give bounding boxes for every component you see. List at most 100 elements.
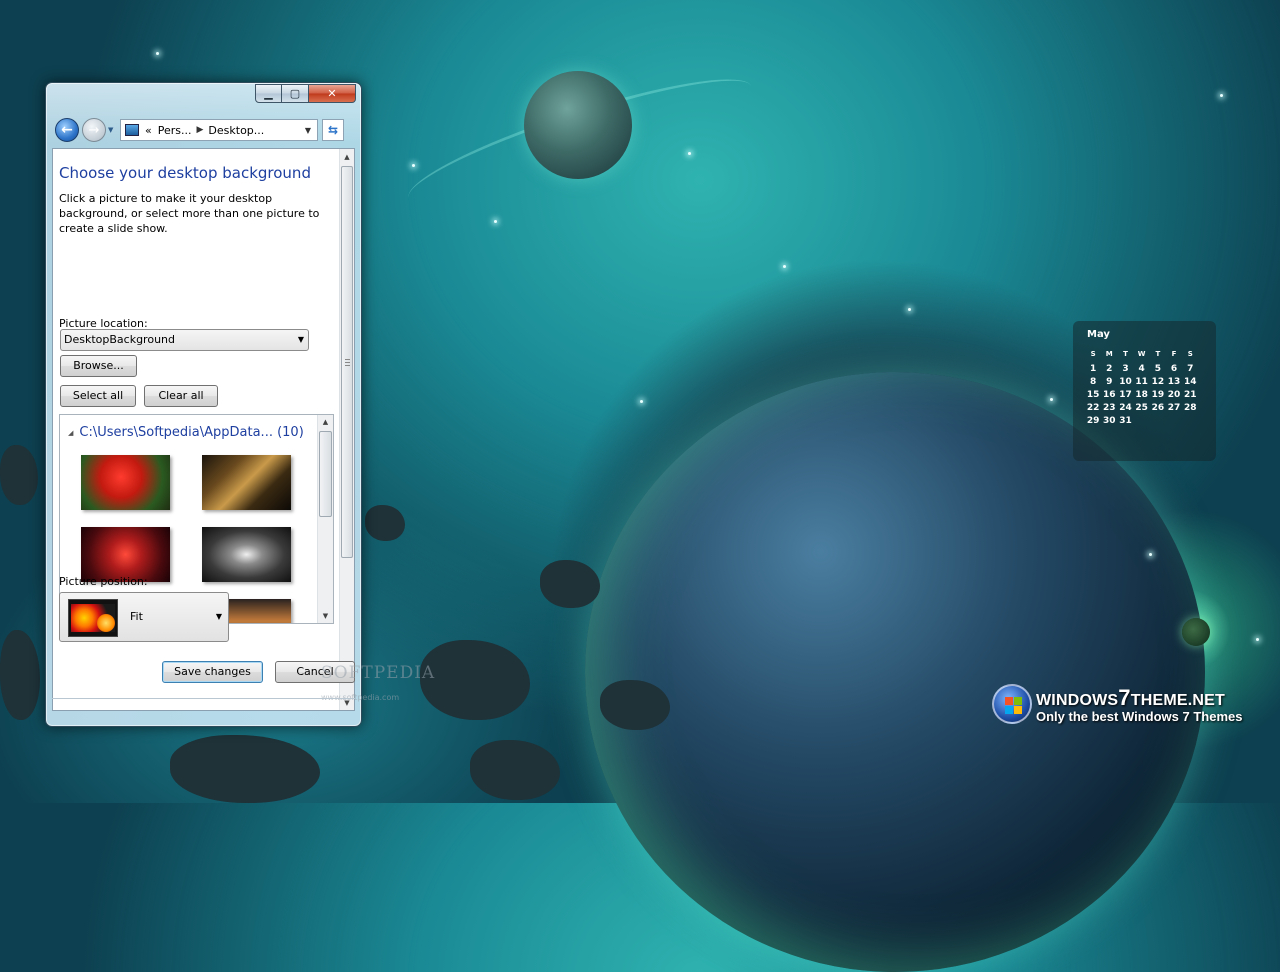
calendar-day[interactable]: 19 [1150, 390, 1166, 400]
calendar-day[interactable]: 6 [1166, 364, 1182, 374]
address-dropdown-icon[interactable]: ▼ [305, 126, 311, 135]
calendar-day[interactable]: 16 [1101, 390, 1117, 400]
breadcrumb-separator-icon[interactable]: ▶ [197, 125, 204, 135]
content-pane: Choose your desktop background Click a p… [52, 148, 355, 711]
calendar-day[interactable]: 24 [1117, 403, 1133, 413]
browse-button[interactable]: Browse... [60, 355, 137, 377]
calendar-day[interactable]: 29 [1085, 416, 1101, 426]
picture-list-scrollbar[interactable]: ▲ ▼ [317, 415, 333, 623]
calendar-day[interactable]: 7 [1182, 364, 1198, 374]
calendar-day[interactable]: 17 [1117, 390, 1133, 400]
caption-buttons: ▁ ▢ ✕ [255, 84, 356, 103]
star [1050, 398, 1053, 401]
recent-pages-dropdown[interactable]: ▼ [108, 126, 118, 134]
calendar-day[interactable]: 25 [1134, 403, 1150, 413]
calendar-day[interactable]: 3 [1117, 364, 1133, 374]
back-button[interactable]: ← [55, 118, 79, 142]
minimize-icon: ▁ [264, 87, 273, 100]
calendar-day[interactable]: 31 [1117, 416, 1133, 426]
wallpaper-thumbnail-2[interactable] [202, 455, 291, 510]
refresh-icon: ⇆ [327, 123, 339, 137]
green-moon [1182, 618, 1210, 646]
calendar-day[interactable]: 28 [1182, 403, 1198, 413]
folder-group-label: C:\Users\Softpedia\AppData... (10) [79, 425, 304, 440]
calendar-day[interactable]: 13 [1166, 377, 1182, 387]
calendar-day[interactable]: 5 [1150, 364, 1166, 374]
forward-button[interactable]: → [82, 118, 106, 142]
asteroid [470, 740, 560, 800]
calendar-day[interactable]: 2 [1101, 364, 1117, 374]
calendar-day[interactable]: 12 [1150, 377, 1166, 387]
divider [52, 698, 355, 699]
calendar-day[interactable]: 1 [1085, 364, 1101, 374]
calendar-day[interactable]: 10 [1117, 377, 1133, 387]
calendar-day[interactable]: 9 [1101, 377, 1117, 387]
scroll-up-icon[interactable]: ▲ [318, 415, 333, 429]
calendar-weekday: T [1155, 350, 1161, 358]
picture-position-dropdown[interactable]: Fit ▼ [59, 592, 229, 642]
picture-location-dropdown[interactable]: DesktopBackground ▼ [60, 329, 309, 351]
calendar-weekday: S [1090, 350, 1096, 358]
asteroid [170, 735, 320, 803]
flag-yellow [1014, 706, 1022, 714]
chevron-down-icon: ▼ [297, 335, 304, 344]
scroll-thumb[interactable] [341, 166, 353, 558]
asteroid [0, 630, 40, 720]
calendar-weekday: S [1187, 350, 1193, 358]
calendar-month: May [1087, 329, 1110, 340]
scroll-grip-icon [345, 359, 350, 366]
control-panel-icon [125, 124, 139, 136]
calendar-weekday: M [1105, 350, 1113, 358]
content-scrollbar[interactable]: ▲ ▼ [339, 149, 354, 710]
minimize-button[interactable]: ▁ [255, 84, 282, 103]
calendar-day[interactable]: 30 [1101, 416, 1117, 426]
calendar-gadget[interactable]: May SMTWTFS 1 2 3 4 5 6 7 8 9 10 11 12 13 14 15 16 17 18 1… [1073, 321, 1216, 461]
back-arrow-icon: ← [61, 122, 73, 138]
wallpaper-thumbnail-3[interactable] [81, 527, 170, 582]
calendar-day[interactable]: 4 [1134, 364, 1150, 374]
calendar-day[interactable]: 8 [1085, 377, 1101, 387]
calendar-day[interactable]: 27 [1166, 403, 1182, 413]
page-description: Click a picture to make it your desktop … [59, 192, 320, 235]
asteroid [420, 640, 530, 720]
star [494, 220, 497, 223]
calendar-day[interactable]: 14 [1182, 377, 1198, 387]
breadcrumb-desktop-background[interactable]: Desktop... [208, 124, 264, 137]
forward-arrow-icon: → [88, 122, 100, 138]
calendar-day[interactable]: 18 [1134, 390, 1150, 400]
breadcrumb-personalization[interactable]: Pers... [158, 124, 192, 137]
windows-orb-icon [992, 684, 1032, 724]
wallpaper-thumbnail-4[interactable] [202, 527, 291, 582]
star [1149, 553, 1152, 556]
folder-group-header[interactable]: ◢ C:\Users\Softpedia\AppData... (10) [68, 425, 304, 440]
calendar-weekday: W [1137, 350, 1146, 358]
calendar-weekday-row: SMTWTFS [1085, 350, 1208, 358]
calendar-day[interactable]: 21 [1182, 390, 1198, 400]
softpedia-watermark: SOFTPEDIA [321, 663, 436, 683]
scroll-up-icon[interactable]: ▲ [340, 149, 354, 164]
address-bar[interactable]: « Pers... ▶ Desktop... ▼ [120, 119, 318, 141]
refresh-button[interactable]: ⇆ [322, 119, 344, 141]
scroll-thumb[interactable] [319, 431, 332, 517]
calendar-day[interactable]: 11 [1134, 377, 1150, 387]
picture-position-value: Fit [130, 610, 143, 623]
select-all-button[interactable]: Select all [60, 385, 136, 407]
collapse-icon[interactable]: ◢ [68, 429, 73, 437]
star [688, 152, 691, 155]
calendar-day[interactable]: 23 [1101, 403, 1117, 413]
clear-all-button[interactable]: Clear all [144, 385, 218, 407]
calendar-day[interactable]: 26 [1150, 403, 1166, 413]
scroll-down-icon[interactable]: ▼ [318, 609, 333, 623]
calendar-weekday: T [1123, 350, 1128, 358]
picture-location-value: DesktopBackground [64, 333, 175, 346]
flag-green [1014, 697, 1022, 705]
calendar-day[interactable]: 20 [1166, 390, 1182, 400]
breadcrumb-overflow[interactable]: « [145, 124, 152, 137]
calendar-day[interactable]: 22 [1085, 403, 1101, 413]
calendar-day[interactable]: 15 [1085, 390, 1101, 400]
wallpaper-thumbnail-1[interactable] [81, 455, 170, 510]
maximize-button[interactable]: ▢ [282, 84, 309, 103]
close-button[interactable]: ✕ [309, 84, 356, 103]
personalization-window[interactable]: ▁ ▢ ✕ ← → ▼ « Pers... ▶ Desktop... ▼ ⇆ C… [45, 82, 434, 727]
save-changes-button[interactable]: Save changes [162, 661, 263, 683]
